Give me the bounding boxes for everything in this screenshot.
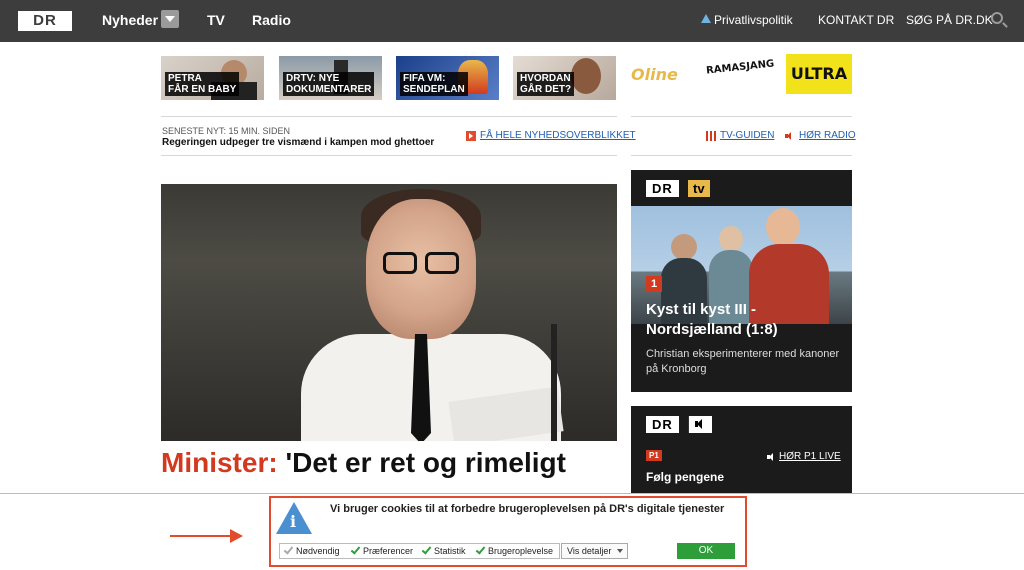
program-title[interactable]: Kyst til kyst III - Nordsjælland (1:8): [646, 300, 846, 340]
radio-link[interactable]: HØR RADIO: [799, 130, 856, 141]
speaker-icon: [767, 452, 777, 462]
promo-tile-drtv[interactable]: DRTV: NYE DOKUMENTARER: [279, 56, 382, 100]
drtv-card[interactable]: DR tv 1 Kyst til kyst III - Nordsjælland…: [631, 170, 852, 392]
divider: [631, 155, 852, 156]
station-badge: P1: [646, 450, 662, 461]
check-icon: [351, 546, 360, 555]
hero-headline[interactable]: Minister: 'Det er ret og rimeligt: [161, 447, 566, 479]
consent-experience[interactable]: Brugeroplevelse: [476, 545, 553, 557]
ramasjang-logo[interactable]: RAMASJANG: [704, 46, 779, 103]
warning-icon: [701, 14, 711, 23]
latest-news-kicker: SENESTE NYT: 15 MIN. SIDEN: [162, 126, 291, 136]
dr-logo[interactable]: DR: [18, 11, 72, 31]
program-description: Christian eksperimenterer med kanoner på…: [646, 348, 840, 375]
privacy-link[interactable]: Privatlivspolitik: [714, 13, 793, 27]
promo-label: DRTV: NYE DOKUMENTARER: [283, 72, 375, 96]
contact-link[interactable]: KONTAKT DR: [818, 13, 894, 27]
search-icon[interactable]: [991, 12, 1003, 24]
arrow-annotation: [170, 535, 232, 537]
promo-tile-hvordan[interactable]: HVORDAN GÅR DET?: [513, 56, 616, 100]
consent-necessary[interactable]: Nødvendig: [284, 545, 340, 557]
arrow-right-icon: [230, 529, 243, 543]
speaker-icon: [688, 416, 712, 433]
hero-image[interactable]: [161, 184, 617, 441]
promo-label: FIFA VM: SENDEPLAN: [400, 72, 468, 96]
promo-tile-petra[interactable]: PETRA FÅR EN BABY: [161, 56, 264, 100]
tv-guide-link[interactable]: TV-GUIDEN: [720, 130, 774, 141]
speaker-icon: [785, 131, 795, 141]
channel-badge: 1: [646, 276, 662, 292]
drradio-card[interactable]: DR P1 HØR P1 LIVE Følg pengene: [631, 406, 852, 493]
search-link[interactable]: SØG PÅ DR.DK: [906, 13, 993, 27]
cookie-message: Vi bruger cookies til at forbedre bruger…: [330, 503, 725, 515]
details-dropdown[interactable]: Vis detaljer: [561, 543, 628, 559]
latest-news-headline[interactable]: Regeringen udpeger tre vismænd i kampen …: [162, 137, 434, 148]
check-icon: [476, 546, 485, 555]
radio-show-title[interactable]: Følg pengene: [646, 470, 724, 484]
top-navigation: DR Nyheder TV Radio Privatlivspolitik KO…: [0, 0, 1024, 42]
chevron-down-icon[interactable]: [161, 10, 179, 28]
dr-badge: DR: [646, 180, 679, 197]
tv-guide-icon: [706, 131, 716, 141]
ultra-logo[interactable]: ULTRA: [786, 54, 852, 94]
consent-statistics[interactable]: Statistik: [422, 545, 466, 557]
nav-radio[interactable]: Radio: [252, 12, 291, 28]
consent-preferences[interactable]: Præferencer: [351, 545, 413, 557]
tv-badge: tv: [688, 180, 710, 197]
divider: [161, 116, 617, 117]
nav-tv[interactable]: TV: [207, 12, 225, 28]
promo-label: PETRA FÅR EN BABY: [165, 72, 240, 96]
arrow-right-icon: [466, 131, 476, 141]
divider: [161, 155, 617, 156]
check-icon: [284, 546, 293, 555]
promo-tile-fifa[interactable]: FIFA VM: SENDEPLAN: [396, 56, 499, 100]
live-link[interactable]: HØR P1 LIVE: [779, 451, 841, 462]
check-icon: [422, 546, 431, 555]
oline-logo[interactable]: Oline: [631, 50, 697, 100]
promo-label: HVORDAN GÅR DET?: [517, 72, 575, 96]
all-news-link[interactable]: FÅ HELE NYHEDSOVERBLIKKET: [480, 130, 636, 141]
ok-button[interactable]: OK: [677, 543, 735, 559]
nav-nyheder[interactable]: Nyheder: [102, 12, 158, 28]
divider: [631, 116, 852, 117]
dr-badge: DR: [646, 416, 679, 433]
